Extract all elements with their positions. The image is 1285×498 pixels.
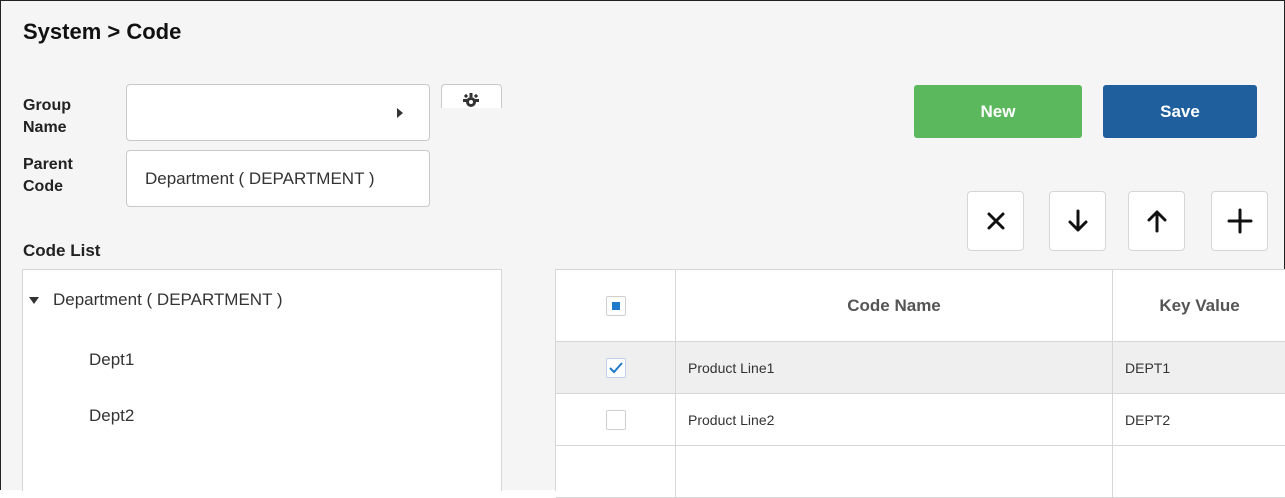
move-up-button[interactable] bbox=[1128, 191, 1185, 251]
arrow-down-icon bbox=[1064, 207, 1092, 235]
tree-node-dept2[interactable]: Dept2 bbox=[89, 406, 134, 426]
parent-code-input[interactable]: Department ( DEPARTMENT ) bbox=[126, 150, 430, 207]
save-button[interactable]: Save bbox=[1103, 85, 1257, 138]
table-row-empty bbox=[556, 446, 1285, 498]
table-header-row: Code Name Key Value bbox=[556, 270, 1285, 342]
group-name-select[interactable] bbox=[126, 84, 430, 141]
table-row[interactable]: Product Line1 DEPT1 bbox=[556, 342, 1285, 394]
move-down-button[interactable] bbox=[1049, 191, 1106, 251]
caret-right-icon bbox=[397, 108, 403, 118]
code-tree: Department ( DEPARTMENT ) Dept1 Dept2 bbox=[22, 269, 502, 491]
delete-row-button[interactable] bbox=[967, 191, 1024, 251]
column-header-code-name[interactable]: Code Name bbox=[676, 270, 1113, 342]
settings-button[interactable] bbox=[441, 84, 502, 108]
parent-code-label: Parent Code bbox=[23, 154, 73, 198]
tree-node-dept1[interactable]: Dept1 bbox=[89, 350, 134, 370]
plus-icon bbox=[1226, 207, 1254, 235]
add-row-button[interactable] bbox=[1211, 191, 1268, 251]
table-row[interactable]: Product Line2 DEPT2 bbox=[556, 394, 1285, 446]
row-checkbox[interactable] bbox=[606, 358, 626, 378]
code-grid: Code Name Key Value Product Line1 DEPT1 bbox=[555, 269, 1285, 491]
cell-code-name[interactable]: Product Line2 bbox=[676, 394, 1113, 446]
column-header-key-value[interactable]: Key Value bbox=[1113, 270, 1285, 342]
gear-icon bbox=[462, 93, 480, 107]
row-checkbox[interactable] bbox=[606, 410, 626, 430]
code-management-panel: System > Code Group Name Parent Code Dep… bbox=[0, 0, 1285, 490]
cell-key-value[interactable]: DEPT2 bbox=[1113, 394, 1285, 446]
code-list-label: Code List bbox=[23, 241, 100, 261]
tree-node-root[interactable]: Department ( DEPARTMENT ) bbox=[29, 290, 283, 310]
arrow-up-icon bbox=[1143, 207, 1171, 235]
page-title: System > Code bbox=[23, 19, 181, 45]
close-icon bbox=[982, 207, 1010, 235]
caret-down-icon[interactable] bbox=[29, 297, 39, 304]
cell-key-value[interactable]: DEPT1 bbox=[1113, 342, 1285, 394]
code-table: Code Name Key Value Product Line1 DEPT1 bbox=[556, 270, 1285, 498]
cell-code-name[interactable]: Product Line1 bbox=[676, 342, 1113, 394]
group-name-label: Group Name bbox=[23, 95, 71, 139]
checkmark-icon bbox=[609, 361, 623, 375]
select-all-checkbox[interactable] bbox=[606, 296, 626, 316]
new-button[interactable]: New bbox=[914, 85, 1082, 138]
select-all-cell bbox=[556, 270, 676, 342]
